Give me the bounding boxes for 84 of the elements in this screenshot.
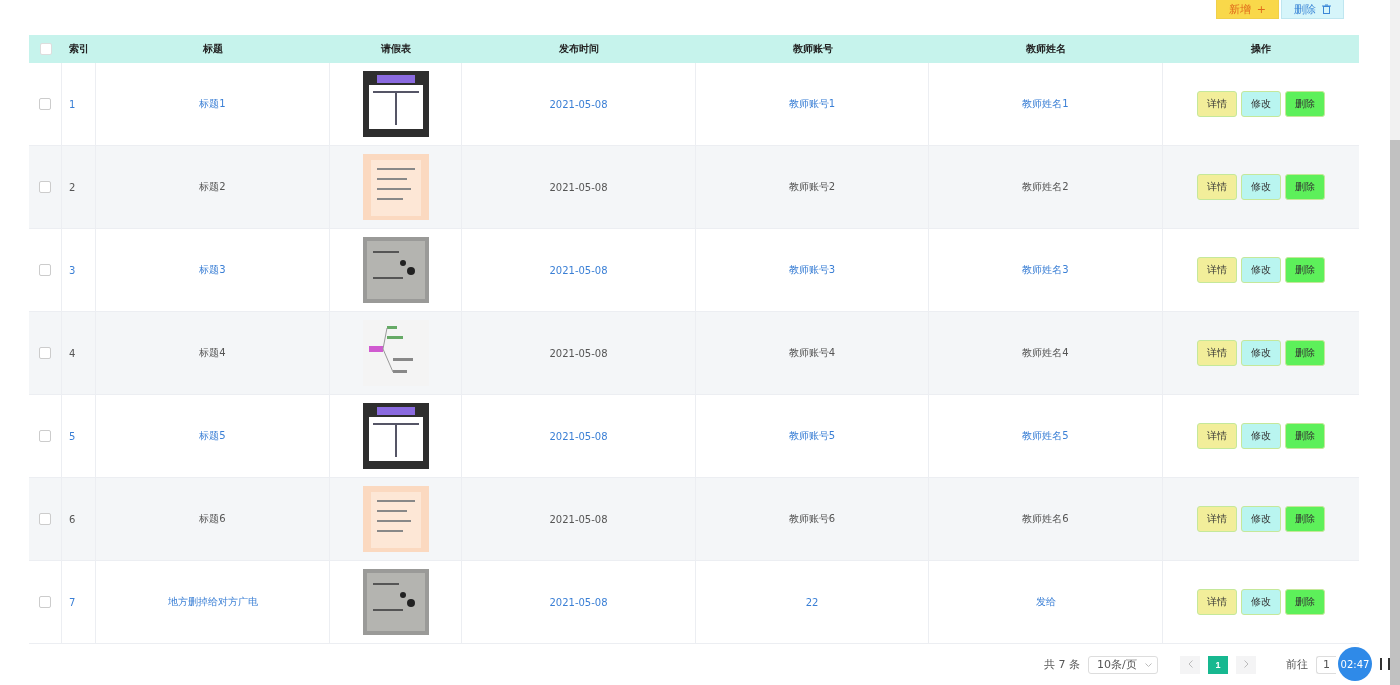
table-cell: 2021-05-08 (549, 596, 608, 608)
table-cell: 4 (69, 347, 76, 359)
table-cell: 5 (69, 430, 76, 442)
scrollbar-thumb[interactable] (1390, 140, 1400, 685)
goto-page-field[interactable]: 1 (1316, 655, 1336, 674)
column-header: 标题 (203, 42, 223, 56)
detail-button[interactable]: 详情 (1197, 506, 1237, 532)
edit-button[interactable]: 修改 (1241, 257, 1281, 283)
goto-label: 前往 (1286, 657, 1308, 672)
select-all-checkbox[interactable] (39, 43, 52, 55)
delete-button[interactable]: 删除 (1285, 91, 1325, 117)
edit-button[interactable]: 修改 (1241, 91, 1281, 117)
row-checkbox[interactable] (39, 430, 51, 442)
table-cell: 2021-05-08 (549, 98, 608, 110)
recording-timer: 02:47 (1338, 647, 1372, 681)
table-cell: 教师姓名1 (1022, 97, 1069, 111)
table-cell: 2021-05-08 (549, 264, 608, 276)
page-size-select[interactable]: 10条/页 (1088, 655, 1158, 674)
row-checkbox[interactable] (39, 181, 51, 193)
row-checkbox[interactable] (39, 513, 51, 525)
table-cell: 标题5 (199, 429, 226, 443)
column-header: 发布时间 (559, 42, 599, 56)
table-cell: 22 (805, 596, 819, 608)
edit-button[interactable]: 修改 (1241, 340, 1281, 366)
row-checkbox[interactable] (39, 264, 51, 276)
column-header: 索引 (69, 42, 89, 56)
table-cell: 标题2 (199, 180, 226, 194)
table-cell: 地方删掉给对方广电 (167, 595, 258, 609)
table-cell: 标题3 (199, 263, 226, 277)
table-cell: 教师姓名5 (1022, 429, 1069, 443)
table-cell: 2021-05-08 (549, 181, 608, 193)
detail-button[interactable]: 详情 (1197, 257, 1237, 283)
table-cell: 2021-05-08 (549, 430, 608, 442)
row-checkbox[interactable] (39, 347, 51, 359)
edit-button[interactable]: 修改 (1241, 506, 1281, 532)
chevron-left-icon (1187, 660, 1193, 668)
detail-button[interactable]: 详情 (1197, 91, 1237, 117)
row-checkbox[interactable] (39, 98, 51, 110)
table-cell: 教师账号1 (788, 97, 836, 111)
total-count: 共 7 条 (1044, 657, 1080, 672)
edit-button[interactable]: 修改 (1241, 423, 1281, 449)
table-cell: 标题6 (199, 512, 226, 526)
next-page-button[interactable] (1236, 655, 1256, 674)
table-cell: 教师姓名2 (1022, 180, 1069, 194)
table-cell: 7 (69, 596, 76, 608)
table-cell: 教师账号2 (788, 180, 836, 194)
detail-button[interactable]: 详情 (1197, 423, 1237, 449)
table-cell: 教师姓名6 (1022, 512, 1069, 526)
table-cell: 6 (69, 513, 76, 525)
table-cell: 标题4 (199, 346, 226, 360)
previous-page-button[interactable] (1180, 655, 1200, 674)
row-checkbox[interactable] (39, 596, 51, 608)
table-cell: 教师账号4 (788, 346, 836, 360)
delete-button[interactable]: 删除 (1285, 257, 1325, 283)
table-cell: 标题1 (199, 97, 226, 111)
chevron-right-icon (1243, 660, 1249, 668)
detail-button[interactable]: 详情 (1197, 340, 1237, 366)
table-cell: 教师账号3 (788, 263, 836, 277)
edit-button[interactable]: 修改 (1241, 589, 1281, 615)
column-header: 请假表 (381, 42, 411, 56)
table-cell: 2021-05-08 (549, 347, 608, 359)
chevron-down-icon (1145, 662, 1152, 667)
edit-button[interactable]: 修改 (1241, 174, 1281, 200)
delete-button[interactable]: 删除 (1285, 589, 1325, 615)
table-cell: 1 (69, 98, 76, 110)
table-cell: 发给 (1035, 595, 1056, 609)
table-cell: 教师账号6 (788, 512, 836, 526)
column-header: 操作 (1251, 42, 1271, 56)
detail-button[interactable]: 详情 (1197, 174, 1237, 200)
table-cell: 2 (69, 181, 76, 193)
delete-button[interactable]: 删除 (1285, 340, 1325, 366)
column-header: 教师姓名 (1026, 42, 1066, 56)
table-cell: 教师姓名3 (1022, 263, 1069, 277)
delete-button[interactable]: 删除 (1285, 423, 1325, 449)
table-cell: 教师账号5 (788, 429, 836, 443)
trash-icon (1322, 4, 1331, 14)
column-header: 教师账号 (792, 42, 833, 56)
delete-button[interactable]: 删除 (1281, 0, 1344, 19)
table-cell: 2021-05-08 (549, 513, 608, 525)
table-cell: 教师姓名4 (1022, 346, 1069, 360)
detail-button[interactable]: 详情 (1197, 589, 1237, 615)
table-cell: 3 (69, 264, 76, 276)
delete-button[interactable]: 删除 (1285, 506, 1325, 532)
delete-button[interactable]: 删除 (1285, 174, 1325, 200)
